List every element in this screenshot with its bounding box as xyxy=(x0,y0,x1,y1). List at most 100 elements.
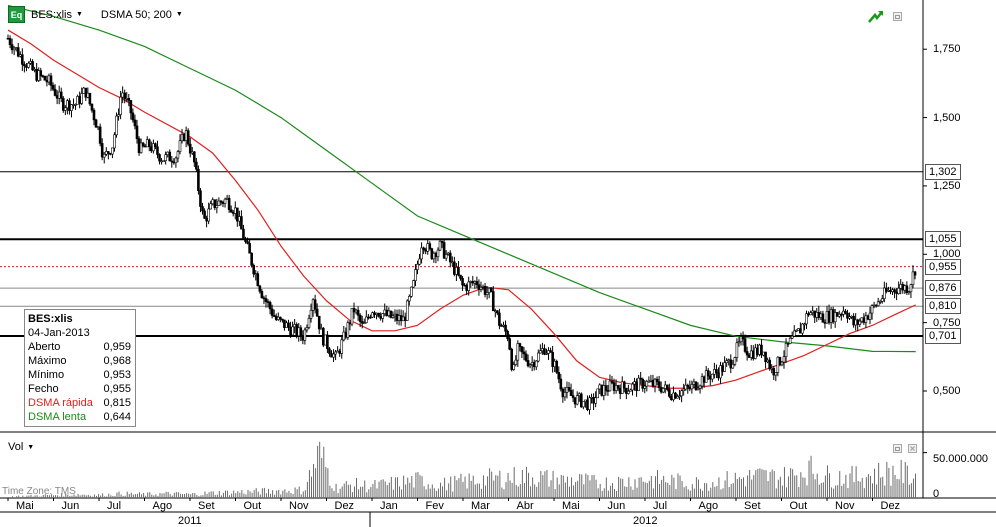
candle-body xyxy=(543,348,546,355)
y-tick-label: 1,750 xyxy=(933,43,961,56)
candle-body xyxy=(567,387,571,391)
candle-body xyxy=(287,322,290,328)
candle-body xyxy=(747,354,751,358)
candle-body xyxy=(283,319,286,328)
candle-body xyxy=(303,329,307,341)
candle-body xyxy=(25,65,28,68)
candle-body xyxy=(569,390,573,396)
candle-body xyxy=(123,92,127,99)
candle-body xyxy=(870,305,874,314)
candle-body xyxy=(663,384,667,389)
candle-body xyxy=(684,384,688,390)
candle-body xyxy=(51,85,55,90)
month-label: Ago xyxy=(152,500,173,512)
window-restore-icon[interactable] xyxy=(893,12,903,22)
candle-body xyxy=(698,385,702,389)
candle-body xyxy=(475,281,479,285)
symbol-label: BES:xlis xyxy=(31,8,72,21)
candle-body xyxy=(604,385,608,391)
candle-body xyxy=(147,139,151,147)
candle-body xyxy=(745,351,749,356)
candle-body xyxy=(223,198,227,204)
candle-body xyxy=(465,285,468,291)
candle-body xyxy=(489,287,493,292)
candle-body xyxy=(483,286,487,295)
candle-body xyxy=(608,380,612,392)
candle-body xyxy=(547,350,550,354)
candle-body xyxy=(430,248,434,260)
candle-body xyxy=(592,397,595,404)
candle-body xyxy=(455,267,458,275)
candle-body xyxy=(469,281,473,283)
candle-body xyxy=(422,247,425,251)
candle-body xyxy=(665,384,669,390)
timezone-label: Time Zone: TMS xyxy=(2,486,76,497)
candle-body xyxy=(565,387,569,393)
candle-body xyxy=(672,392,675,401)
candle-body xyxy=(408,296,411,302)
candle-body xyxy=(354,309,358,313)
candle-body xyxy=(379,316,382,319)
candle-body xyxy=(516,343,520,361)
candle-body xyxy=(825,311,829,324)
info-row: Mínimo 0,953 xyxy=(28,368,131,382)
candle-body xyxy=(584,399,587,402)
candle-body xyxy=(471,281,475,284)
candle-body xyxy=(629,389,632,392)
candle-body xyxy=(651,379,655,387)
candle-body xyxy=(184,130,188,141)
candle-body xyxy=(530,362,534,365)
candle-body xyxy=(88,92,92,105)
candle-body xyxy=(868,312,872,320)
candle-body xyxy=(897,287,900,294)
candle-body xyxy=(627,390,630,394)
candle-body xyxy=(285,322,288,328)
candle-body xyxy=(573,397,577,405)
indicator-dropdown[interactable]: DSMA 50; 200 ▼ xyxy=(101,9,183,21)
candle-body xyxy=(334,351,337,355)
candle-body xyxy=(866,315,870,320)
candle-body xyxy=(754,347,757,359)
candle-body xyxy=(537,352,540,362)
candle-body xyxy=(526,360,530,367)
candle-body xyxy=(696,388,700,390)
info-title: BES:xlis xyxy=(28,313,73,325)
candle-body xyxy=(252,264,255,275)
candle-body xyxy=(219,200,223,203)
month-label: Abr xyxy=(516,500,534,512)
candle-body xyxy=(895,291,898,294)
candle-body xyxy=(397,315,401,321)
candle-body xyxy=(266,301,270,303)
price-chart[interactable] xyxy=(0,0,996,527)
candle-body xyxy=(502,324,505,327)
candle-body xyxy=(373,312,376,315)
symbol-dropdown[interactable]: BES:xlis ▼ xyxy=(31,9,83,21)
candle-body xyxy=(201,206,204,212)
volume-dropdown[interactable]: Vol ▼ xyxy=(8,441,34,453)
candle-body xyxy=(768,359,771,370)
candle-body xyxy=(442,242,446,259)
candle-body xyxy=(420,247,423,260)
candle-body xyxy=(188,143,192,154)
candle-body xyxy=(244,239,247,242)
trend-arrow-icon[interactable] xyxy=(868,9,884,23)
candle-body xyxy=(596,388,599,399)
candle-body xyxy=(807,313,810,316)
volume-close-icon[interactable] xyxy=(908,444,918,454)
info-row-label: DSMA rápida xyxy=(28,397,93,409)
candle-body xyxy=(491,291,495,312)
candle-body xyxy=(880,298,884,302)
candle-body xyxy=(289,326,292,336)
candle-body xyxy=(743,338,747,352)
candle-body xyxy=(195,161,198,170)
candle-body xyxy=(309,309,313,319)
candle-body xyxy=(647,381,651,383)
candle-body xyxy=(350,307,354,325)
candle-body xyxy=(129,100,133,114)
volume-window-restore-icon[interactable] xyxy=(893,444,903,454)
candle-body xyxy=(690,384,694,390)
candle-body xyxy=(641,378,645,389)
candle-body xyxy=(176,151,180,159)
candle-body xyxy=(639,377,642,380)
candle-body xyxy=(100,143,104,158)
